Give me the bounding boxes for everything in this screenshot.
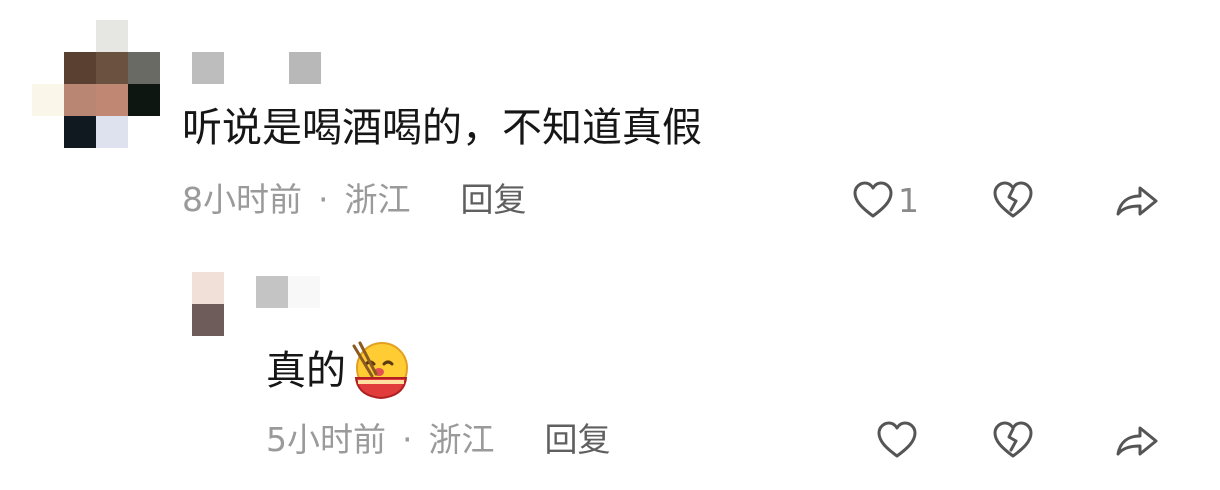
share-arrow-icon bbox=[1116, 186, 1158, 216]
comment-content: 真的 bbox=[266, 340, 412, 402]
share-arrow-icon bbox=[1116, 426, 1158, 456]
location: 浙江 bbox=[344, 180, 411, 219]
avatar[interactable] bbox=[32, 20, 164, 148]
location: 浙江 bbox=[428, 420, 495, 459]
separator: · bbox=[402, 420, 413, 459]
timestamp: 8小时前 bbox=[182, 180, 302, 219]
comment-text: 听说是喝酒喝的，不知道真假 bbox=[182, 105, 702, 151]
reply-button[interactable]: 回复 bbox=[545, 420, 611, 460]
heart-outline-icon bbox=[853, 181, 893, 218]
avatar[interactable] bbox=[192, 272, 256, 336]
broken-heart-icon bbox=[993, 421, 1033, 458]
eating-noodles-emoji bbox=[352, 341, 408, 400]
like-count: 1 bbox=[898, 180, 919, 220]
comment-meta: 8小时前 · 浙江 回复 bbox=[182, 180, 527, 220]
username[interactable] bbox=[192, 52, 322, 84]
like-button[interactable]: 1 bbox=[852, 180, 919, 220]
reply-button[interactable]: 回复 bbox=[461, 180, 527, 220]
comment-meta: 5小时前 · 浙江 回复 bbox=[266, 420, 611, 460]
username[interactable] bbox=[256, 276, 320, 308]
separator: · bbox=[318, 180, 329, 219]
timestamp: 5小时前 bbox=[266, 420, 386, 459]
heart-outline-icon bbox=[877, 421, 917, 458]
share-button[interactable] bbox=[1114, 180, 1162, 220]
dislike-button[interactable] bbox=[992, 420, 1034, 460]
dislike-button[interactable] bbox=[992, 180, 1034, 220]
comment-text: 真的 bbox=[266, 348, 346, 394]
broken-heart-icon bbox=[993, 181, 1033, 218]
share-button[interactable] bbox=[1114, 420, 1162, 460]
like-button[interactable] bbox=[876, 420, 918, 460]
